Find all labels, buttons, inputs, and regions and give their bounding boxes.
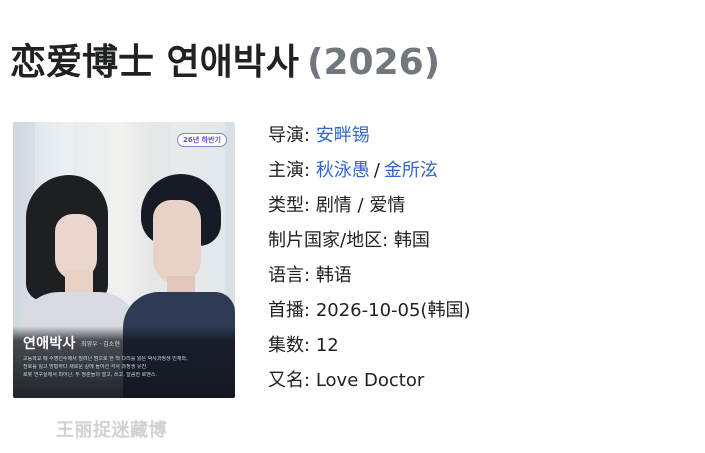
watermark-text: 王丽捉迷藏博 <box>56 420 167 441</box>
poster-cast-names: 최영우 · 김소현 <box>81 341 120 348</box>
episodes-label: 集数: <box>268 335 311 356</box>
region-value: 韩国 <box>393 230 430 251</box>
aka-label: 又名: <box>268 370 311 391</box>
genre-row: 类型: 剧情 / 爱情 <box>268 188 698 223</box>
cast-link-2[interactable]: 金所泫 <box>384 160 438 181</box>
director-row: 导演: 安畔锡 <box>268 118 698 153</box>
page-title-main: 恋爱博士 연애박사 <box>10 42 300 83</box>
poster-image: 26년 하반기 연애박사 최영우 · 김소현 고등학교 때 수영선수에서 밀려난… <box>13 122 235 398</box>
drama-info-page: 恋爱博士 연애박사 (2026) 26년 하반기 연애박사 최영우 · 김소현 고… <box>0 0 705 453</box>
aka-value: Love Doctor <box>315 370 425 391</box>
episodes-value: 12 <box>315 335 339 356</box>
genre-value: 剧情 / 爱情 <box>315 195 406 216</box>
cast-separator: / <box>373 160 380 181</box>
page-title-year: (2026) <box>307 42 441 83</box>
director-label: 导演: <box>268 125 311 146</box>
language-value: 韩语 <box>315 265 352 286</box>
language-label: 语言: <box>268 265 311 286</box>
poster-description-line-3: 로봇 연구실에서 피어난, 두 청춘들의 열고, 쓰고, 달콤한 로맨스. <box>23 372 158 378</box>
director-link[interactable]: 安畔锡 <box>316 125 370 146</box>
cast-link-1[interactable]: 秋泳愚 <box>316 160 370 181</box>
poster-title: 연애박사 <box>23 336 76 352</box>
poster-description-line-2: 전로를 잃고 방황하다 새로운 길에 들어선 석사 과정생 유진. <box>23 364 148 370</box>
premiere-label: 首播: <box>268 300 311 321</box>
cast-label: 主演: <box>268 160 311 181</box>
drama-details: 导演: 安畔锡 主演: 秋泳愚 / 金所泫 类型: 剧情 / 爱情 制片国家/地区:… <box>268 118 698 398</box>
language-row: 语言: 韩语 <box>268 258 698 293</box>
page-title: 恋爱博士 연애박사 (2026) <box>10 41 440 85</box>
episodes-row: 集数: 12 <box>268 328 698 363</box>
genre-label: 类型: <box>268 195 311 216</box>
poster-man-face <box>153 200 201 284</box>
cast-row: 主演: 秋泳愚 / 金所泫 <box>268 153 698 188</box>
premiere-value: 2026-10-05(韩国) <box>315 300 471 321</box>
poster-badge: 26년 하반기 <box>177 133 227 147</box>
region-label: 制片国家/地区: <box>268 230 389 251</box>
region-row: 制片国家/地区: 韩国 <box>268 223 698 258</box>
aka-row: 又名: Love Doctor <box>268 363 698 398</box>
premiere-row: 首播: 2026-10-05(韩国) <box>268 293 698 328</box>
poster-description-line-1: 고등학교 때 수영선수에서 밀려난 범으로 한 척 다리를 잃은 박사과정생 민… <box>23 356 188 362</box>
